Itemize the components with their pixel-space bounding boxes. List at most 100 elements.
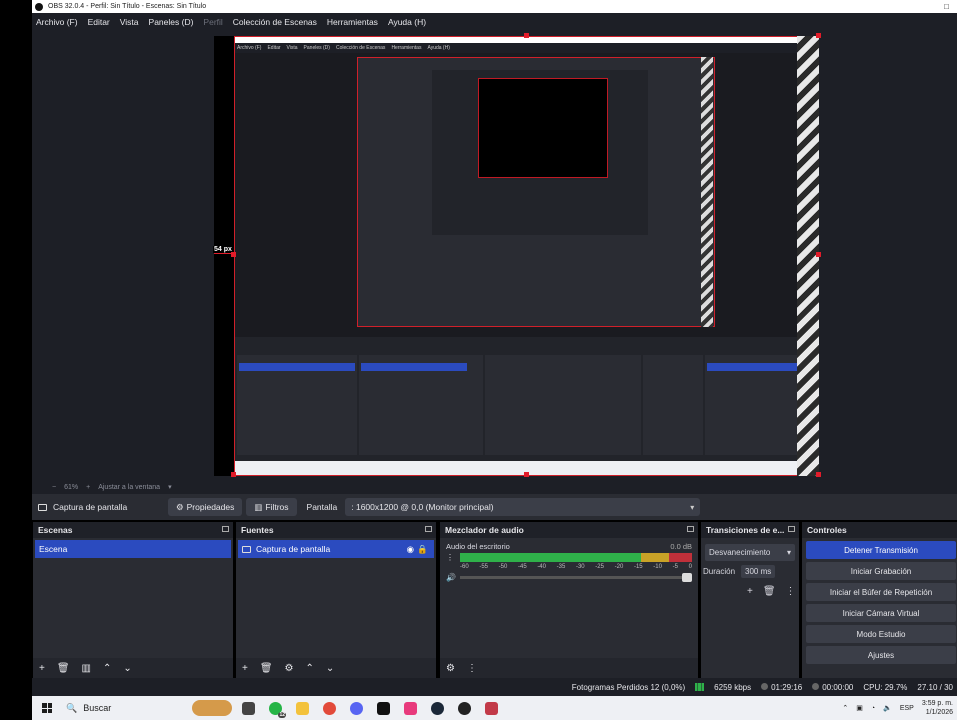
transitions-dock-header: Transiciones de e... <box>701 522 799 538</box>
tray-app-icon[interactable]: ▣ <box>856 704 863 712</box>
transition-menu-icon[interactable]: ⋮ <box>786 586 796 597</box>
resize-handle[interactable] <box>816 252 821 257</box>
app-taskbar-icon[interactable] <box>485 701 498 715</box>
nested-deepest-canvas <box>478 78 608 178</box>
start-replay-buffer-button[interactable]: Iniciar el Búfer de Repetición <box>806 583 956 601</box>
monitor-icon <box>242 545 251 553</box>
zoom-out-icon[interactable]: − <box>52 484 56 491</box>
resize-handle[interactable] <box>231 252 236 257</box>
undock-icon[interactable] <box>222 526 229 532</box>
meter-tick: -60 <box>460 564 469 570</box>
duration-label: Duración <box>703 567 736 576</box>
mixer-menu-icon[interactable]: ⋮ <box>467 663 477 674</box>
undock-icon[interactable] <box>687 526 694 532</box>
move-down-icon[interactable]: ⌄ <box>123 663 131 674</box>
filters-button[interactable]: ▥ Filtros <box>246 498 297 516</box>
whatsapp-icon[interactable]: 12 <box>269 701 286 718</box>
properties-button[interactable]: ⚙ Propiedades <box>168 498 243 516</box>
meter-tick: 0 <box>688 564 692 570</box>
zoom-in-icon[interactable]: + <box>86 484 90 491</box>
fit-to-window[interactable]: Ajustar a la ventana <box>98 484 160 491</box>
nested-menu-item: Editar <box>267 45 281 51</box>
duration-input[interactable]: 300 ms <box>741 565 776 578</box>
audio-menu-dots-icon[interactable]: ⋮ <box>446 553 454 562</box>
menu-vista[interactable]: Vista <box>120 17 139 27</box>
move-down-icon[interactable]: ⌄ <box>326 663 334 674</box>
signal-strength-icon <box>695 683 705 691</box>
add-icon[interactable]: + <box>242 663 248 674</box>
resize-handle[interactable] <box>231 472 236 477</box>
resize-handle[interactable] <box>816 472 821 477</box>
display-label: Pantalla <box>306 502 338 512</box>
menu-paneles[interactable]: Paneles (D) <box>149 17 194 27</box>
restore-window-icon[interactable]: □ <box>944 2 949 11</box>
rec-time-wrap: 00:00:00 <box>812 682 853 692</box>
nested-menu-item: Archivo (F) <box>237 45 262 51</box>
volume-slider[interactable]: 🔊 <box>446 572 692 582</box>
stop-streaming-button[interactable]: Detener Transmisión <box>806 541 956 559</box>
delete-icon[interactable]: 🗑 <box>260 663 273 674</box>
clock-date: 1/1/2026 <box>925 709 953 716</box>
file-explorer-icon[interactable] <box>296 701 309 715</box>
filter-icon[interactable]: ▥ <box>82 663 91 674</box>
volume-slider-track[interactable] <box>459 572 692 582</box>
clock[interactable]: 3:59 p. m. 1/1/2026 <box>922 699 953 717</box>
menu-editar[interactable]: Editar <box>88 17 110 27</box>
lock-icon[interactable]: 🔒 <box>417 544 428 555</box>
advanced-audio-icon[interactable]: ⚙ <box>446 663 455 674</box>
wifi-icon[interactable]: ◔ <box>871 705 875 712</box>
windows-start-icon[interactable] <box>42 703 52 713</box>
menu-herramientas[interactable]: Herramientas <box>327 17 378 27</box>
discord-icon[interactable] <box>350 701 363 715</box>
delete-icon[interactable]: 🗑 <box>57 663 70 674</box>
language-indicator[interactable]: ESP <box>900 705 914 712</box>
nested-sources-dock <box>359 355 483 455</box>
meter-tick: -10 <box>653 564 662 570</box>
undock-icon[interactable] <box>425 526 432 532</box>
offset-label: 54 px <box>213 246 233 253</box>
undock-icon[interactable] <box>788 526 795 532</box>
steam-icon[interactable] <box>431 701 444 715</box>
move-up-icon[interactable]: ⌃ <box>103 663 111 674</box>
start-virtual-camera-button[interactable]: Iniciar Cámara Virtual <box>806 604 956 622</box>
chrome-icon[interactable] <box>323 701 336 715</box>
meter-tick: -20 <box>614 564 624 570</box>
add-icon[interactable]: + <box>39 663 45 674</box>
menu-coleccion-escenas[interactable]: Colección de Escenas <box>233 17 317 27</box>
resize-handle[interactable] <box>524 472 529 477</box>
move-up-icon[interactable]: ⌃ <box>306 663 314 674</box>
studio-mode-button[interactable]: Modo Estudio <box>806 625 956 643</box>
tray-up-arrow-icon[interactable]: ⌃ <box>842 704 848 712</box>
meter-tick: -40 <box>537 564 546 570</box>
tiktok-icon[interactable] <box>377 701 390 715</box>
delete-transition-icon[interactable]: 🗑 <box>763 586 776 597</box>
transition-select[interactable]: Desvanecimiento ▾ <box>705 544 795 561</box>
selected-source: Captura de pantalla <box>38 502 168 512</box>
volume-icon[interactable]: 🔈 <box>883 704 892 712</box>
start-recording-button[interactable]: Iniciar Grabación <box>806 562 956 580</box>
obs-taskbar-icon[interactable] <box>458 701 471 715</box>
recording-indicator-icon <box>812 682 820 690</box>
settings-button[interactable]: Ajustes <box>806 646 956 664</box>
taskbar-search[interactable]: 🔍 Buscar <box>62 699 232 717</box>
meter-tick: -15 <box>633 564 643 570</box>
resize-handle[interactable] <box>816 33 821 38</box>
menu-ayuda[interactable]: Ayuda (H) <box>388 17 426 27</box>
display-select[interactable]: : 1600x1200 @ 0,0 (Monitor principal) <box>345 498 701 516</box>
transitions-dock: Transiciones de e... Desvanecimiento ▾ D… <box>701 522 799 678</box>
menu-archivo[interactable]: Archivo (F) <box>36 17 78 27</box>
zoom-dropdown-icon[interactable]: ▾ <box>168 483 172 491</box>
task-view-icon[interactable] <box>242 701 255 715</box>
sources-dock-footer: + 🗑 ⚙ ⌃ ⌄ <box>236 658 436 678</box>
speaker-icon[interactable]: 🔊 <box>446 573 456 582</box>
resize-handle[interactable] <box>524 33 529 38</box>
add-transition-icon[interactable]: + <box>747 586 753 597</box>
app-t-icon[interactable] <box>404 701 417 715</box>
volume-slider-knob[interactable] <box>682 572 692 582</box>
visibility-eye-icon[interactable]: ◉ <box>407 544 414 555</box>
scene-item[interactable]: Escena <box>35 540 231 558</box>
stream-time: 01:29:16 <box>771 682 803 692</box>
preview-canvas[interactable]: Archivo (F) Editar Vista Paneles (D) Col… <box>234 36 819 476</box>
gear-icon[interactable]: ⚙ <box>285 663 294 674</box>
source-item[interactable]: Captura de pantalla ◉ 🔒 <box>238 540 434 558</box>
